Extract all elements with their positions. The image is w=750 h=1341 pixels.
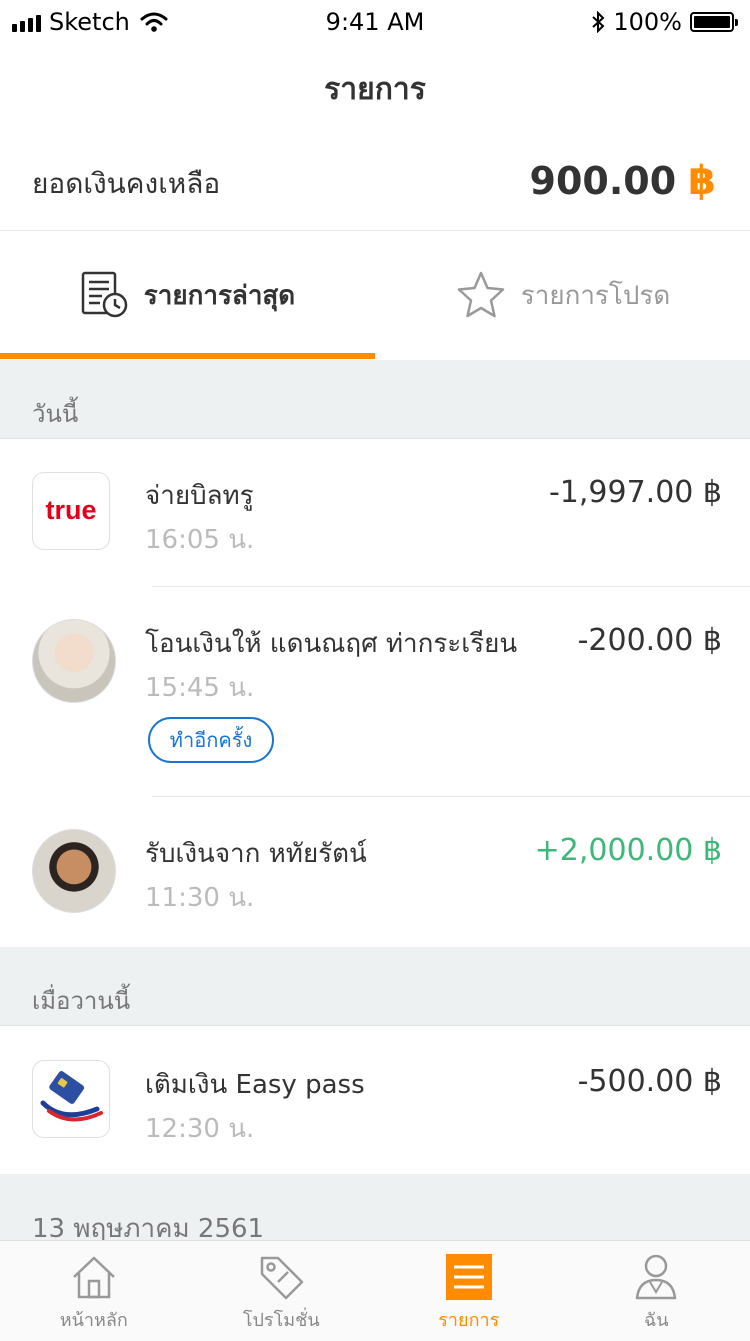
nav-profile[interactable]: ฉัน xyxy=(563,1241,750,1341)
section-header-date: 13 พฤษภาคม 2561 xyxy=(0,1174,750,1244)
bluetooth-icon xyxy=(591,11,605,33)
profile-icon xyxy=(633,1251,679,1303)
tab-bar: รายการล่าสุด รายการโปรด xyxy=(0,231,750,359)
nav-promotion[interactable]: โปรโมชั่น xyxy=(188,1241,376,1341)
status-right: 100% xyxy=(591,8,734,36)
nav-transactions[interactable]: รายการ xyxy=(375,1241,563,1341)
transaction-amount: -500.00 ฿ xyxy=(578,1064,722,1099)
tag-icon xyxy=(256,1251,306,1303)
section-header-yesterday: เมื่อวานนี้ xyxy=(0,947,750,1026)
transaction-amount: -1,997.00 ฿ xyxy=(549,475,722,510)
nav-home-label: หน้าหลัก xyxy=(60,1305,128,1334)
true-logo: true xyxy=(32,472,110,550)
avatar xyxy=(32,829,116,913)
home-icon xyxy=(70,1251,118,1303)
transaction-time: 15:45 น. xyxy=(145,667,254,708)
battery-icon xyxy=(690,12,734,32)
transaction-row[interactable]: โอนเงินให้ แดนณฤศ ท่ากระเรียน 15:45 น. -… xyxy=(0,587,750,797)
easy-pass-card-icon xyxy=(33,1061,109,1137)
transaction-row[interactable]: เติมเงิน Easy pass 12:30 น. -500.00 ฿ xyxy=(0,1026,750,1174)
section-title: เมื่อวานนี้ xyxy=(32,981,130,1020)
section-header-today: วันนี้ xyxy=(0,360,750,439)
tab-active-indicator xyxy=(0,353,375,359)
nav-profile-label: ฉัน xyxy=(644,1305,669,1334)
avatar xyxy=(32,619,116,703)
tab-favorites[interactable]: รายการโปรด xyxy=(375,231,750,359)
tab-recent[interactable]: รายการล่าสุด xyxy=(0,231,375,359)
status-bar: Sketch 9:41 AM 100% xyxy=(0,0,750,44)
nav-promotion-label: โปรโมชั่น xyxy=(243,1305,320,1334)
true-logo-text: true xyxy=(33,495,109,526)
transaction-amount: -200.00 ฿ xyxy=(578,623,722,658)
transaction-row[interactable]: รับเงินจาก หทัยรัตน์ 11:30 น. +2,000.00 … xyxy=(0,797,750,947)
nav-transactions-label: รายการ xyxy=(438,1305,499,1334)
transaction-time: 11:30 น. xyxy=(145,877,254,918)
battery-percent: 100% xyxy=(613,8,682,36)
balance-value: 900.00 xyxy=(530,159,677,203)
star-icon xyxy=(455,270,507,320)
balance-label: ยอดเงินคงเหลือ xyxy=(32,162,220,206)
balance-amount: 900.00 ฿ xyxy=(530,158,716,204)
transaction-title: จ่ายบิลทรู xyxy=(145,475,254,516)
balance-row: ยอดเงินคงเหลือ 900.00 ฿ xyxy=(0,140,750,231)
transaction-time: 16:05 น. xyxy=(145,519,254,560)
transaction-row[interactable]: true จ่ายบิลทรู 16:05 น. -1,997.00 ฿ xyxy=(0,439,750,587)
nav-home[interactable]: หน้าหลัก xyxy=(0,1241,188,1341)
transaction-amount: +2,000.00 ฿ xyxy=(535,833,722,868)
section-title: วันนี้ xyxy=(32,394,78,433)
tab-recent-label: รายการล่าสุด xyxy=(144,275,295,316)
tab-favorites-label: รายการโปรด xyxy=(521,275,670,316)
transaction-title: โอนเงินให้ แดนณฤศ ท่ากระเรียน xyxy=(145,623,517,664)
transaction-title: รับเงินจาก หทัยรัตน์ xyxy=(145,833,367,874)
receipt-clock-icon xyxy=(80,270,130,320)
transaction-title: เติมเงิน Easy pass xyxy=(145,1064,365,1105)
list-icon xyxy=(446,1251,492,1303)
currency-symbol: ฿ xyxy=(688,158,716,204)
bottom-navigation: หน้าหลัก โปรโมชั่น รายการ xyxy=(0,1240,750,1341)
page-title: รายการ xyxy=(0,66,750,113)
easy-pass-logo xyxy=(32,1060,110,1138)
transaction-time: 12:30 น. xyxy=(145,1108,254,1149)
repeat-transaction-button[interactable]: ทำอีกครั้ง xyxy=(148,717,274,763)
